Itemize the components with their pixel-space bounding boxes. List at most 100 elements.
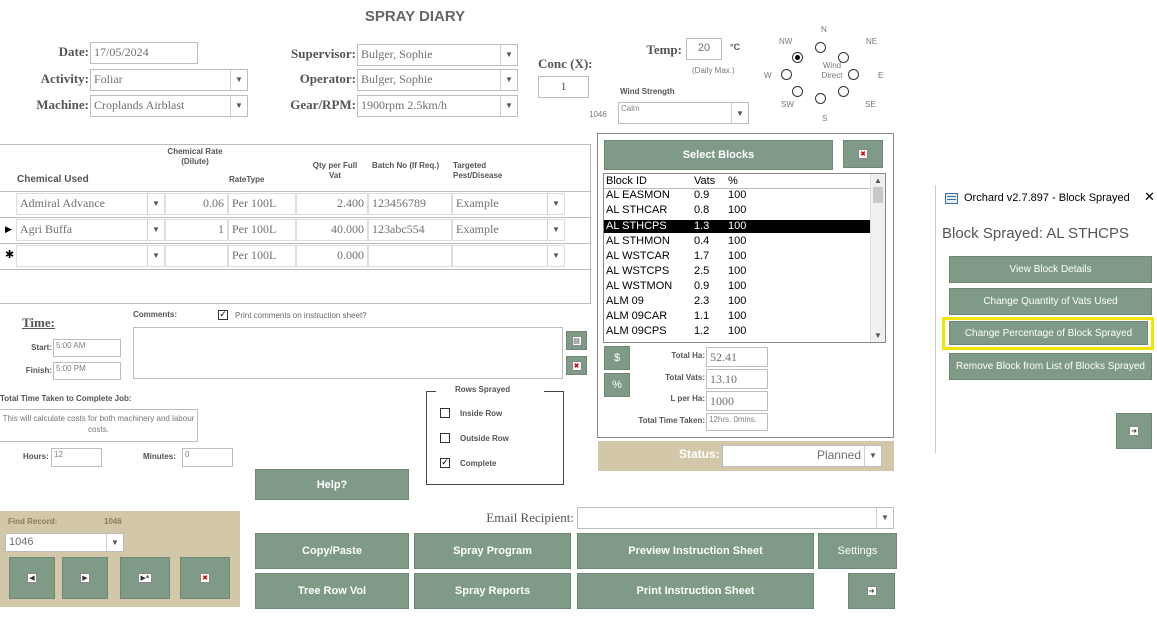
zoom-comments-button[interactable]: ▤ <box>566 331 587 350</box>
date-field[interactable]: 17/05/2024 <box>90 42 198 64</box>
chevron-down-icon[interactable]: ▼ <box>547 194 564 214</box>
wind-w-radio[interactable] <box>781 69 792 80</box>
clear-comments-button[interactable]: ✖ <box>566 356 587 375</box>
l-per-ha-field[interactable]: 1000 <box>706 391 768 411</box>
chemical-ratetype-field[interactable]: Per 100L <box>228 245 296 267</box>
conc-field[interactable]: 1 <box>538 76 589 98</box>
chemical-ratetype-field[interactable]: Per 100L <box>228 219 296 241</box>
chevron-down-icon[interactable]: ▼ <box>230 70 247 90</box>
chemical-rate-field[interactable]: 1 <box>165 219 228 241</box>
chemical-ratetype-field[interactable]: Per 100L <box>228 193 296 215</box>
list-item[interactable]: AL WSTCAR 1.7 100 <box>604 251 870 262</box>
chevron-down-icon[interactable]: ▼ <box>106 534 123 551</box>
remove-block-button[interactable]: Remove Block from List of Blocks Sprayed <box>949 353 1152 380</box>
popup-exit-button[interactable]: ➜ <box>1116 413 1152 449</box>
chemical-rate-field[interactable]: 0.06 <box>165 193 228 215</box>
machine-select[interactable]: Croplands Airblast ▼ <box>90 95 248 117</box>
chevron-down-icon[interactable]: ▼ <box>731 103 748 123</box>
preview-instruction-button[interactable]: Preview Instruction Sheet <box>577 533 814 569</box>
list-item[interactable]: AL WSTMON 0.9 100 <box>604 281 870 292</box>
chevron-down-icon[interactable]: ▼ <box>147 220 164 240</box>
chevron-down-icon[interactable]: ▼ <box>547 220 564 240</box>
table-row[interactable]: Admiral Advance ▼ 0.06 Per 100L 2.400 123… <box>0 192 591 217</box>
chemical-batch-field[interactable] <box>368 245 452 267</box>
list-item[interactable]: AL STHCAR 0.8 100 <box>604 205 870 216</box>
view-block-details-button[interactable]: View Block Details <box>949 256 1152 283</box>
list-item[interactable]: ALM 09 2.3 100 <box>604 296 870 307</box>
table-row[interactable]: ✱ ▼ Per 100L 0.000 ▼ <box>0 244 591 269</box>
chevron-down-icon[interactable]: ▼ <box>500 70 517 90</box>
complete-checkbox[interactable]: ✓ <box>440 458 450 468</box>
spray-program-button[interactable]: Spray Program <box>414 533 571 569</box>
delete-record-button[interactable]: ✖ <box>180 557 230 599</box>
chemical-target-field[interactable]: ▼ <box>452 245 565 267</box>
prev-record-button[interactable]: ◀ <box>9 557 55 599</box>
print-comments-checkbox[interactable]: ✓ <box>218 310 228 320</box>
chemical-batch-field[interactable]: 123abc554 <box>368 219 452 241</box>
tree-row-vol-button[interactable]: Tree Row Vol <box>255 573 409 609</box>
change-vats-button[interactable]: Change Quantity of Vats Used <box>949 288 1152 315</box>
inside-row-checkbox[interactable] <box>440 408 450 418</box>
chevron-down-icon[interactable]: ▼ <box>147 194 164 214</box>
scroll-down-icon[interactable]: ▼ <box>874 331 882 340</box>
help-button[interactable]: Help? <box>255 469 409 500</box>
select-blocks-button[interactable]: Select Blocks <box>604 140 833 170</box>
print-instruction-button[interactable]: Print Instruction Sheet <box>577 573 814 609</box>
chemical-qty-field[interactable]: 2.400 <box>296 193 368 215</box>
hours-field[interactable]: 12 <box>51 448 102 467</box>
dollar-button[interactable]: $ <box>604 346 630 370</box>
start-field[interactable]: 5:00 AM <box>53 339 121 357</box>
chemical-target-field[interactable]: Example ▼ <box>452 219 565 241</box>
activity-select[interactable]: Foliar ▼ <box>90 69 248 91</box>
wind-e-radio[interactable] <box>848 69 859 80</box>
list-item-selected[interactable]: AL STHCPS 1.3 100 <box>604 220 870 233</box>
copy-paste-button[interactable]: Copy/Paste <box>255 533 409 569</box>
chemical-rate-field[interactable] <box>165 245 228 267</box>
next-record-button[interactable]: ▶ <box>62 557 108 599</box>
find-record-select[interactable]: 1046 ▼ <box>5 533 124 552</box>
chevron-down-icon[interactable]: ▼ <box>230 96 247 116</box>
gear-select[interactable]: 1900rpm 2.5km/h ▼ <box>357 95 518 117</box>
supervisor-select[interactable]: Bulger, Sophie ▼ <box>357 44 518 66</box>
chemical-name-field[interactable]: Admiral Advance ▼ <box>16 193 165 215</box>
scroll-up-icon[interactable]: ▲ <box>874 176 882 185</box>
wind-strength-select[interactable]: Calm ▼ <box>618 102 749 124</box>
clear-blocks-button[interactable]: ✖ <box>843 140 883 168</box>
email-select[interactable]: ▼ <box>577 507 894 529</box>
wind-se-radio[interactable] <box>838 86 849 97</box>
chemical-name-field[interactable]: ▼ <box>16 245 165 267</box>
wind-s-radio[interactable] <box>815 93 826 104</box>
table-row[interactable]: ▶ Agri Buffa ▼ 1 Per 100L 40.000 123abc55… <box>0 218 591 243</box>
spray-reports-button[interactable]: Spray Reports <box>414 573 571 609</box>
temp-field[interactable]: 20 <box>686 38 722 60</box>
wind-nw-radio[interactable] <box>792 52 803 63</box>
blocks-list[interactable]: Block ID Vats % AL EASMON 0.9 100 AL STHCA… <box>603 173 886 343</box>
list-item[interactable]: AL STHMON 0.4 100 <box>604 236 870 247</box>
comments-field[interactable] <box>133 327 563 379</box>
list-item[interactable]: AL EASMON 0.9 100 <box>604 190 870 201</box>
percent-button[interactable]: % <box>604 373 630 397</box>
blocks-scrollbar[interactable]: ▲ ▼ <box>870 174 885 342</box>
chemical-qty-field[interactable]: 40.000 <box>296 219 368 241</box>
new-record-button[interactable]: ▶* <box>120 557 170 599</box>
operator-select[interactable]: Bulger, Sophie ▼ <box>357 69 518 91</box>
wind-sw-radio[interactable] <box>792 86 803 97</box>
chemical-batch-field[interactable]: 123456789 <box>368 193 452 215</box>
wind-n-radio[interactable] <box>815 42 826 53</box>
status-select[interactable]: Planned ▼ <box>722 445 882 467</box>
chevron-down-icon[interactable]: ▼ <box>864 446 881 466</box>
close-icon[interactable]: ✕ <box>1144 190 1155 205</box>
minutes-field[interactable]: 0 <box>182 448 233 467</box>
chemical-qty-field[interactable]: 0.000 <box>296 245 368 267</box>
chevron-down-icon[interactable]: ▼ <box>876 508 893 528</box>
chevron-down-icon[interactable]: ▼ <box>547 246 564 266</box>
finish-field[interactable]: 5:00 PM <box>53 362 121 380</box>
chevron-down-icon[interactable]: ▼ <box>500 96 517 116</box>
list-item[interactable]: ALM 09CAR 1.1 100 <box>604 311 870 322</box>
chevron-down-icon[interactable]: ▼ <box>500 45 517 65</box>
exit-button[interactable]: ➜ <box>848 573 895 609</box>
list-item[interactable]: ALM 09CPS 1.2 100 <box>604 326 870 337</box>
outside-row-checkbox[interactable] <box>440 433 450 443</box>
change-percentage-button[interactable]: Change Percentage of Block Sprayed <box>949 321 1148 345</box>
scroll-thumb[interactable] <box>873 187 883 203</box>
